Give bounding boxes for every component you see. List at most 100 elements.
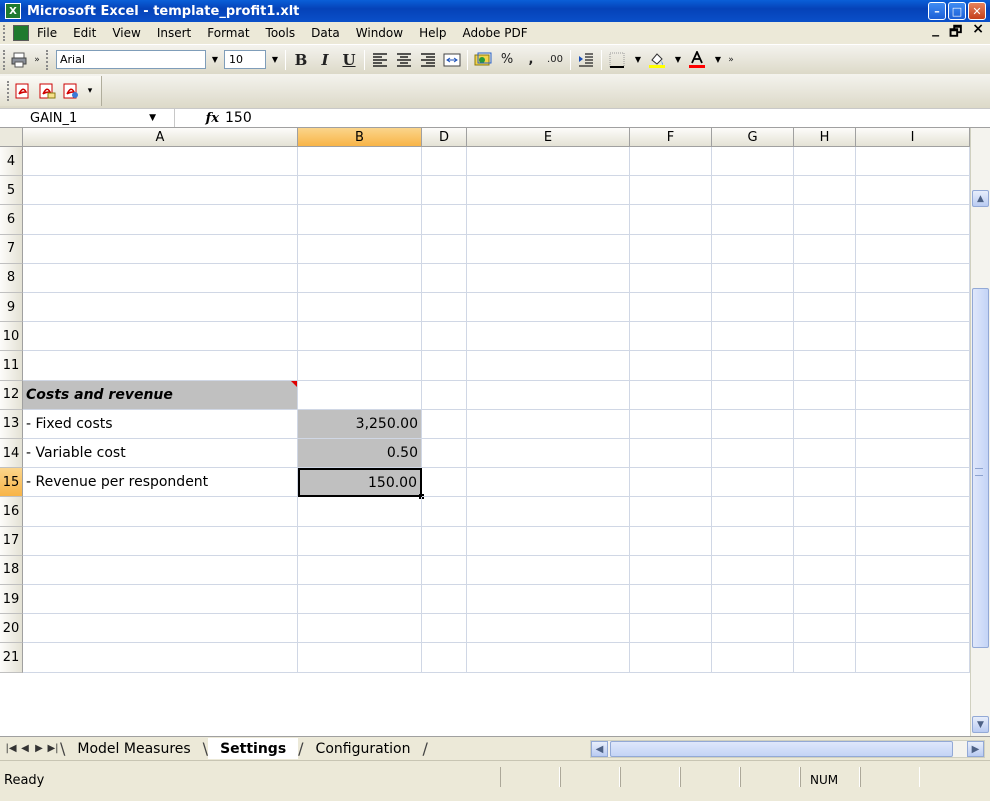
row-header[interactable]: 4 [0,147,23,177]
cell-a5[interactable] [23,176,298,206]
sheet-tab-configuration[interactable]: Configuration [304,738,423,759]
cell-g20[interactable] [712,614,794,644]
cell-i10[interactable] [856,322,970,352]
cell-f14[interactable] [630,439,712,469]
insert-function-button[interactable]: fx [175,111,225,126]
doc-restore-button[interactable]: 🗗 [949,21,962,45]
font-name-select[interactable]: Arial [56,50,206,69]
cell-e18[interactable] [467,555,630,585]
cell-h18[interactable] [794,555,856,585]
cell-e21[interactable] [467,643,630,673]
cell-f5[interactable] [630,176,712,206]
menu-edit[interactable]: Edit [65,23,104,43]
column-header-f[interactable]: F [630,128,712,147]
cell-f11[interactable] [630,351,712,381]
row-header[interactable]: 10 [0,322,23,352]
toolbar-grip-handle[interactable] [3,49,7,70]
cell-h21[interactable] [794,643,856,673]
cell-a11[interactable] [23,351,298,381]
cell-g13[interactable] [712,409,794,439]
cell-f15[interactable] [630,468,712,498]
increase-indent-icon[interactable] [575,49,597,71]
cell-a4[interactable] [23,147,298,177]
cell-i9[interactable] [856,293,970,323]
row-header[interactable]: 11 [0,351,23,381]
font-size-dropdown-icon[interactable]: ▼ [268,50,282,69]
font-color-dropdown-icon[interactable]: ▼ [711,50,725,69]
scroll-right-button[interactable]: ▶ [967,741,984,757]
row-header[interactable]: 19 [0,585,23,615]
cell-h5[interactable] [794,176,856,206]
formula-input[interactable]: 150 [225,110,252,126]
menu-grip-handle[interactable] [3,25,9,41]
scroll-left-button[interactable]: ◀ [591,741,608,757]
column-header-a[interactable]: A [23,128,298,147]
cell-a21[interactable] [23,643,298,673]
cell-b19[interactable] [298,585,422,615]
menu-format[interactable]: Format [199,23,257,43]
cell-d20[interactable] [422,614,467,644]
toolbar-options-icon[interactable]: » [32,49,42,71]
column-header-d[interactable]: D [422,128,467,147]
column-header-i[interactable]: I [856,128,970,147]
cell-i21[interactable] [856,643,970,673]
cell-e13[interactable] [467,409,630,439]
excel-app-icon[interactable]: X [5,3,21,19]
pdf-toolbar-grip-handle[interactable] [7,81,11,101]
cell-g8[interactable] [712,263,794,293]
cell-b4[interactable] [298,147,422,177]
cell-b21[interactable] [298,643,422,673]
vertical-scrollbar[interactable]: ▲ ▼ [970,128,990,736]
row-header[interactable]: 15 [0,468,23,498]
select-all-corner[interactable] [0,128,23,147]
merge-center-icon[interactable] [441,49,463,71]
toolbar-overflow-icon[interactable]: » [726,49,736,71]
row-header[interactable]: 14 [0,439,23,469]
cell-g18[interactable] [712,555,794,585]
sheet-tab-settings[interactable]: Settings [208,738,299,759]
cell-a15[interactable]: - Revenue per respondent [23,468,298,498]
cell-b16[interactable] [298,497,422,527]
menu-view[interactable]: View [104,23,148,43]
menu-insert[interactable]: Insert [149,23,199,43]
row-header[interactable]: 9 [0,293,23,323]
cell-a8[interactable] [23,263,298,293]
horizontal-scrollbar[interactable]: ◀ ▶ [590,740,985,758]
cell-a17[interactable] [23,526,298,556]
cell-i11[interactable] [856,351,970,381]
previous-sheet-icon[interactable]: ◀ [18,741,32,757]
cell-g10[interactable] [712,322,794,352]
row-header[interactable]: 13 [0,409,23,439]
row-header[interactable]: 6 [0,205,23,235]
cell-a13[interactable]: - Fixed costs [23,409,298,439]
currency-style-icon[interactable] [472,49,494,71]
toolbar-grip-handle-2[interactable] [46,49,50,70]
cell-e17[interactable] [467,526,630,556]
cell-f9[interactable] [630,293,712,323]
borders-dropdown-icon[interactable]: ▼ [631,50,645,69]
sheet-tab-model-measures[interactable]: Model Measures [65,738,202,759]
cell-f4[interactable] [630,147,712,177]
cell-e10[interactable] [467,322,630,352]
cell-d11[interactable] [422,351,467,381]
cell-i6[interactable] [856,205,970,235]
cell-e16[interactable] [467,497,630,527]
cell-a20[interactable] [23,614,298,644]
cell-g21[interactable] [712,643,794,673]
cell-f19[interactable] [630,585,712,615]
cell-b10[interactable] [298,322,422,352]
cell-i18[interactable] [856,555,970,585]
menu-file[interactable]: File [29,23,65,43]
menu-data[interactable]: Data [303,23,348,43]
cell-e14[interactable] [467,439,630,469]
cell-a18[interactable] [23,555,298,585]
cell-g11[interactable] [712,351,794,381]
cell-f6[interactable] [630,205,712,235]
cell-g15[interactable] [712,468,794,498]
cell-a12[interactable]: Costs and revenue [23,380,298,410]
cell-a19[interactable] [23,585,298,615]
row-header[interactable]: 20 [0,614,23,644]
cell-f12[interactable] [630,380,712,410]
cell-g6[interactable] [712,205,794,235]
convert-and-review-pdf-icon[interactable] [61,81,81,101]
